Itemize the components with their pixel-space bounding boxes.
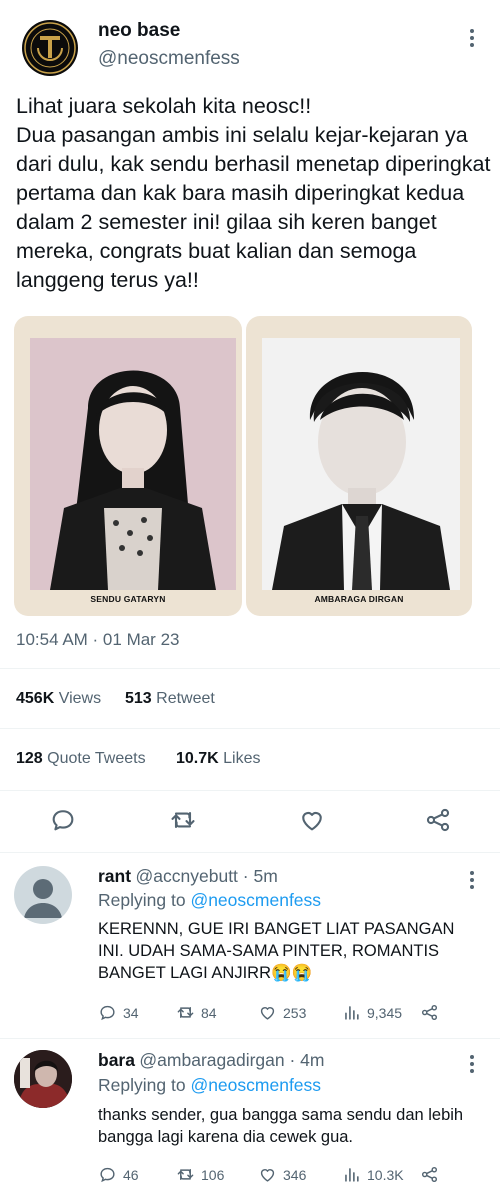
portrait-photo bbox=[30, 338, 236, 590]
retweets-count: 513 bbox=[125, 690, 152, 707]
reply-icon bbox=[100, 1167, 115, 1183]
reply-author-handle[interactable]: @accnyebutt · 5m bbox=[136, 866, 278, 886]
share-button[interactable] bbox=[420, 1165, 439, 1184]
views-icon bbox=[345, 1006, 359, 1020]
reply-text: thanks sender, gua bangga sama sendu dan… bbox=[98, 1106, 464, 1146]
reply-count: 46 bbox=[123, 1166, 139, 1183]
author-handle[interactable]: @neoscmenfess bbox=[98, 48, 240, 70]
retweet-icon bbox=[177, 1169, 194, 1180]
reply-author-name[interactable]: rant bbox=[98, 866, 131, 886]
photo-ambaraga[interactable]: AMBARAGA DIRGAN bbox=[246, 316, 472, 616]
retweet-count: 106 bbox=[201, 1166, 225, 1183]
portrait-photo bbox=[262, 338, 460, 590]
reply-header: bara @ambaragadirgan · 4m bbox=[98, 1050, 325, 1071]
reply-header: rant @accnyebutt · 5m bbox=[98, 866, 278, 887]
views-button[interactable]: 9,345 bbox=[342, 1003, 402, 1022]
photo-sendu[interactable]: SENDU GATARYN bbox=[14, 316, 242, 616]
reply-count: 34 bbox=[123, 1004, 139, 1021]
replying-to: Replying to @neoscmenfess bbox=[98, 890, 321, 911]
reply-button[interactable]: 34 bbox=[98, 1003, 139, 1022]
like-count: 346 bbox=[283, 1166, 307, 1183]
like-icon bbox=[260, 1169, 275, 1182]
views-icon bbox=[345, 1168, 359, 1182]
retweet-button[interactable]: 84 bbox=[176, 1003, 217, 1022]
views-count: 456K bbox=[16, 690, 55, 707]
view-count: 9,345 bbox=[367, 1004, 403, 1021]
replying-to-link[interactable]: @neoscmenfess bbox=[190, 1075, 321, 1095]
tweet-text: Lihat juara sekolah kita neosc!! Dua pas… bbox=[16, 94, 491, 292]
replying-to: Replying to @neoscmenfess bbox=[98, 1075, 321, 1096]
quotes-count: 128 bbox=[16, 750, 43, 767]
view-count: 10.3K bbox=[367, 1166, 404, 1183]
share-icon bbox=[421, 1166, 438, 1183]
reply-action-bar: 46 106 346 10.3K bbox=[98, 1165, 458, 1187]
quotes-label: Quote Tweets bbox=[47, 750, 146, 767]
retweet-icon bbox=[177, 1007, 194, 1018]
likes-count: 10.7K bbox=[176, 750, 219, 767]
reply-author-handle[interactable]: @ambaragadirgan · 4m bbox=[139, 1050, 324, 1070]
divider bbox=[0, 852, 500, 853]
replying-prefix: Replying to bbox=[98, 1075, 186, 1095]
reply-button[interactable]: 46 bbox=[98, 1165, 139, 1184]
photo-caption: SENDU GATARYN bbox=[90, 594, 166, 604]
like-count: 253 bbox=[283, 1004, 307, 1021]
like-button[interactable]: 346 bbox=[258, 1165, 306, 1184]
reply-icon bbox=[100, 1005, 115, 1021]
reply-item[interactable] bbox=[14, 866, 72, 924]
views-stat[interactable]: 456K Views bbox=[16, 690, 101, 708]
likes-label: Likes bbox=[223, 750, 261, 767]
likes-stat[interactable]: 10.7K Likes bbox=[176, 750, 261, 768]
retweet-count: 84 bbox=[201, 1004, 217, 1021]
retweets-label: Retweet bbox=[156, 690, 215, 707]
views-label: Views bbox=[58, 690, 102, 707]
more-icon[interactable] bbox=[466, 26, 478, 50]
divider bbox=[0, 668, 500, 669]
like-icon bbox=[260, 1007, 275, 1020]
divider bbox=[0, 1038, 500, 1039]
reply-action-bar: 34 84 253 9,345 bbox=[98, 1003, 458, 1025]
more-icon[interactable] bbox=[466, 1052, 478, 1076]
retweet-button[interactable]: 106 bbox=[176, 1165, 224, 1184]
reply-icon[interactable] bbox=[49, 806, 77, 834]
default-avatar-icon[interactable] bbox=[14, 866, 72, 924]
avatar[interactable] bbox=[14, 1050, 72, 1108]
quotes-stat[interactable]: 128 Quote Tweets bbox=[16, 750, 146, 768]
like-button[interactable]: 253 bbox=[258, 1003, 306, 1022]
retweets-stat[interactable]: 513 Retweet bbox=[125, 690, 215, 708]
nct-logo-icon bbox=[24, 22, 76, 74]
author-avatar[interactable] bbox=[22, 20, 78, 76]
share-icon bbox=[421, 1004, 438, 1021]
share-icon[interactable] bbox=[424, 806, 452, 834]
reply-text: KERENNN, GUE IRI BANGET LIAT PASANGAN IN… bbox=[98, 920, 455, 982]
replying-prefix: Replying to bbox=[98, 890, 186, 910]
share-button[interactable] bbox=[420, 1003, 439, 1022]
divider bbox=[0, 790, 500, 791]
tweet-timestamp[interactable]: 10:54 AM · 01 Mar 23 bbox=[16, 630, 179, 650]
photo-caption: AMBARAGA DIRGAN bbox=[314, 594, 404, 604]
views-button[interactable]: 10.3K bbox=[342, 1165, 404, 1184]
replying-to-link[interactable]: @neoscmenfess bbox=[190, 890, 321, 910]
more-icon[interactable] bbox=[466, 868, 478, 892]
author-name[interactable]: neo base bbox=[98, 20, 180, 42]
reply-item[interactable] bbox=[14, 1050, 72, 1108]
reply-author-name[interactable]: bara bbox=[98, 1050, 135, 1070]
divider bbox=[0, 728, 500, 729]
retweet-icon[interactable] bbox=[169, 806, 197, 834]
like-icon[interactable] bbox=[298, 806, 326, 834]
